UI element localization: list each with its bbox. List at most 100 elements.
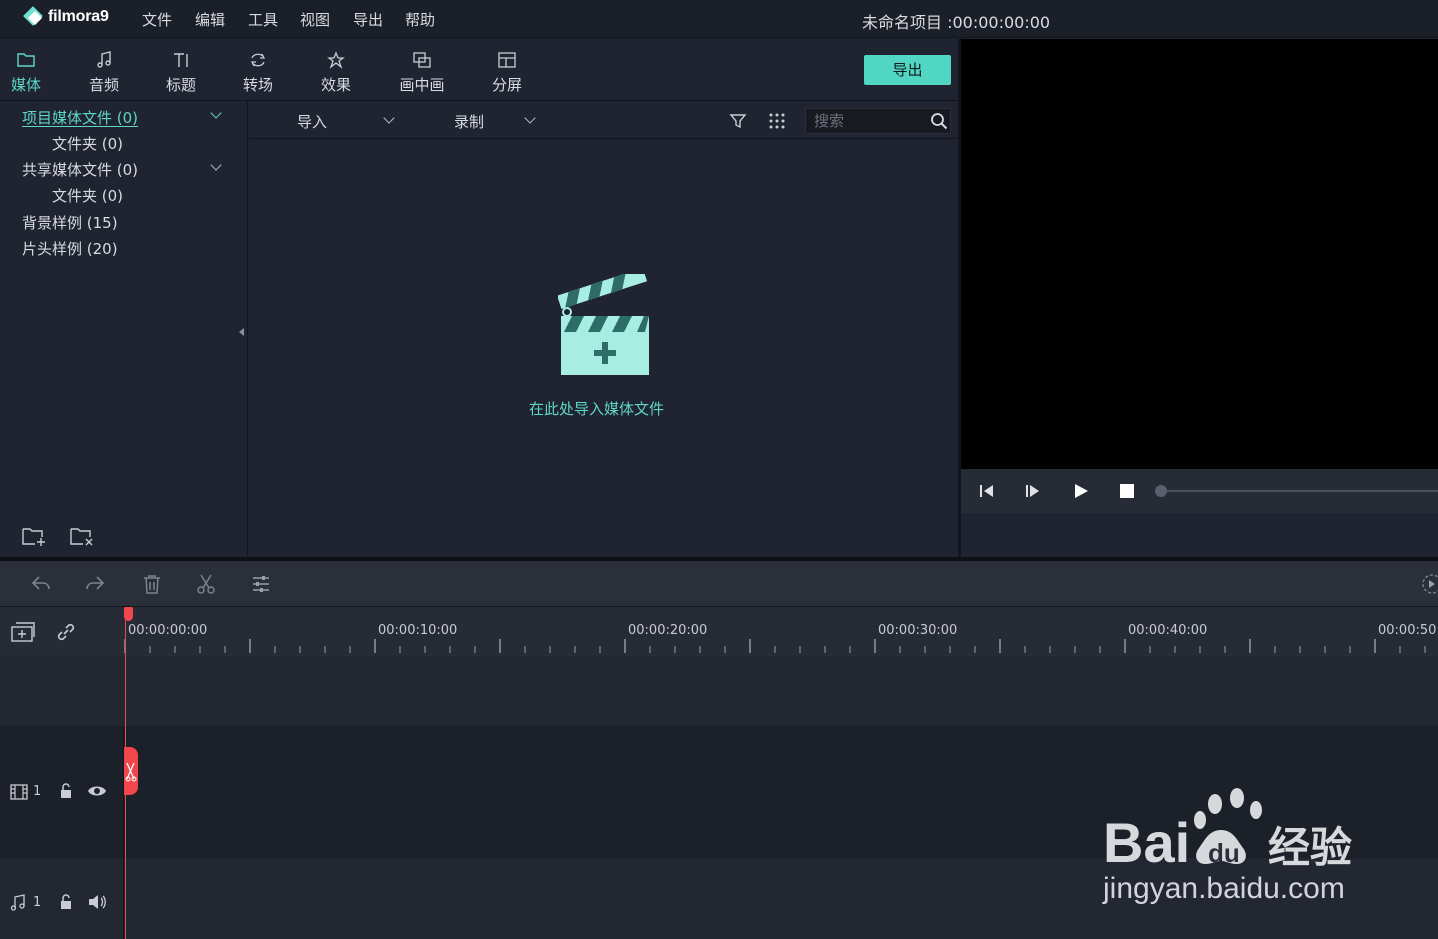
search-box xyxy=(805,108,951,134)
pip-icon xyxy=(392,51,452,75)
filter-icon[interactable] xyxy=(729,112,747,134)
tab-titles-label: 标题 xyxy=(165,76,196,94)
video-track[interactable]: 1 xyxy=(0,726,1438,858)
time-label: 00:00:00:00 xyxy=(128,623,208,638)
step-back-icon[interactable] xyxy=(977,481,997,501)
playback-progress-knob[interactable] xyxy=(1155,485,1167,497)
tab-effects[interactable]: 效果 xyxy=(306,39,366,99)
filmora-logo: filmora9 xyxy=(24,4,109,30)
audio-track[interactable]: 1 xyxy=(0,858,1438,939)
link-icon[interactable] xyxy=(55,621,77,647)
category-tab-bar: 媒体 音频 标题 转场 效果 画中画 分屏 xyxy=(0,39,958,101)
export-button[interactable]: 导出 xyxy=(864,55,951,85)
video-track-number: 1 xyxy=(33,784,42,799)
film-strip-icon xyxy=(10,784,28,804)
menu-tools[interactable]: 工具 xyxy=(248,9,278,30)
chevron-down-icon[interactable] xyxy=(210,159,222,171)
add-track-icon[interactable] xyxy=(10,621,36,647)
library-item-folder[interactable]: 文件夹 (0) xyxy=(52,133,123,154)
logo-text: filmora9 xyxy=(48,8,109,25)
library-item-background-samples[interactable]: 背景样例 (15) xyxy=(22,212,118,233)
menu-edit[interactable]: 编辑 xyxy=(195,9,225,30)
clapperboard-add-icon[interactable] xyxy=(557,267,654,382)
import-hint-text[interactable]: 在此处导入媒体文件 xyxy=(529,398,664,419)
timeline-header xyxy=(0,607,124,656)
import-dropdown[interactable]: 导入 xyxy=(297,111,327,132)
library-item-shared-folder[interactable]: 文件夹 (0) xyxy=(52,185,123,206)
time-label: 00:00:20:00 xyxy=(628,623,708,638)
play-icon[interactable] xyxy=(1071,481,1091,501)
empty-track-area[interactable] xyxy=(0,656,1438,726)
timeline-toolbar xyxy=(0,561,1438,607)
chevron-down-icon[interactable] xyxy=(383,112,395,124)
media-toolbar: 导入 录制 xyxy=(249,101,958,139)
music-note-icon xyxy=(10,894,26,916)
speaker-icon[interactable] xyxy=(87,894,107,914)
adjust-icon[interactable] xyxy=(250,573,272,595)
media-drop-area[interactable]: 在此处导入媒体文件 xyxy=(249,140,958,557)
tab-audio[interactable]: 音频 xyxy=(74,39,134,99)
tab-transitions[interactable]: 转场 xyxy=(228,39,288,99)
render-preview-icon[interactable] xyxy=(1420,573,1438,599)
tab-transitions-label: 转场 xyxy=(242,76,273,94)
tab-media-label: 媒体 xyxy=(10,76,41,94)
new-folder-icon[interactable] xyxy=(21,525,47,547)
time-label: 00:00:30:00 xyxy=(878,623,958,638)
lock-icon[interactable] xyxy=(59,894,73,914)
menu-export[interactable]: 导出 xyxy=(353,9,383,30)
tab-split-screen-label: 分屏 xyxy=(491,76,522,94)
project-title: 未命名项目 :00:00:00:00 xyxy=(862,13,1051,32)
chevron-down-icon[interactable] xyxy=(210,107,222,119)
record-dropdown[interactable]: 录制 xyxy=(454,111,484,132)
scissors-icon[interactable] xyxy=(195,573,217,595)
lock-icon[interactable] xyxy=(59,783,73,803)
preview-footer xyxy=(961,513,1438,557)
tab-pip-label: 画中画 xyxy=(399,76,445,94)
ruler-ticks xyxy=(124,639,1426,653)
undo-icon[interactable] xyxy=(30,573,52,595)
eye-icon[interactable] xyxy=(87,784,107,802)
tab-titles[interactable]: 标题 xyxy=(151,39,211,99)
audio-track-number: 1 xyxy=(33,895,42,910)
library-item-project-media[interactable]: 项目媒体文件 (0) xyxy=(22,107,138,128)
filmora-diamond-icon xyxy=(24,6,42,28)
chevron-down-icon[interactable] xyxy=(524,112,536,124)
search-icon[interactable] xyxy=(930,112,948,134)
playhead-scissors-handle[interactable] xyxy=(124,747,138,795)
search-input[interactable] xyxy=(814,111,922,131)
library-item-intro-samples[interactable]: 片头样例 (20) xyxy=(22,238,118,259)
time-label: 00:00:50:00 xyxy=(1378,623,1438,638)
redo-icon[interactable] xyxy=(84,573,106,595)
time-label: 00:00:40:00 xyxy=(1128,623,1208,638)
collapse-panel-handle[interactable] xyxy=(239,328,244,336)
audio-track-header: 1 xyxy=(0,858,124,939)
playback-progress-bar[interactable] xyxy=(1161,490,1438,492)
tab-effects-label: 效果 xyxy=(320,76,351,94)
menu-file[interactable]: 文件 xyxy=(142,9,172,30)
menu-bar: filmora9 文件 编辑 工具 视图 导出 帮助 未命名项目 :00:00:… xyxy=(0,0,1438,38)
menu-view[interactable]: 视图 xyxy=(300,9,330,30)
playback-controls xyxy=(961,469,1438,513)
library-item-shared-media[interactable]: 共享媒体文件 (0) xyxy=(22,159,138,180)
transition-icon xyxy=(228,51,288,75)
delete-icon[interactable] xyxy=(141,573,163,595)
delete-folder-icon[interactable] xyxy=(69,525,95,547)
music-note-icon xyxy=(74,51,134,75)
tab-pip[interactable]: 画中画 xyxy=(392,39,452,99)
tab-media[interactable]: 媒体 xyxy=(0,39,56,99)
time-label: 00:00:10:00 xyxy=(378,623,458,638)
video-track-header: 1 xyxy=(0,726,124,858)
stop-icon[interactable] xyxy=(1117,481,1137,501)
grid-view-icon[interactable] xyxy=(768,112,786,134)
tab-audio-label: 音频 xyxy=(88,76,119,94)
split-screen-icon xyxy=(477,51,537,75)
playhead-marker[interactable] xyxy=(124,607,133,621)
effects-icon xyxy=(306,51,366,75)
preview-window xyxy=(961,39,1438,469)
menu-help[interactable]: 帮助 xyxy=(405,9,435,30)
media-library-panel: 项目媒体文件 (0) 文件夹 (0) 共享媒体文件 (0) 文件夹 (0) 背景… xyxy=(0,101,248,557)
step-forward-icon[interactable] xyxy=(1024,481,1044,501)
folder-icon xyxy=(0,51,56,75)
tab-split-screen[interactable]: 分屏 xyxy=(477,39,537,99)
timeline-ruler[interactable]: 00:00:00:00 00:00:10:00 00:00:20:00 00:0… xyxy=(124,607,1438,656)
